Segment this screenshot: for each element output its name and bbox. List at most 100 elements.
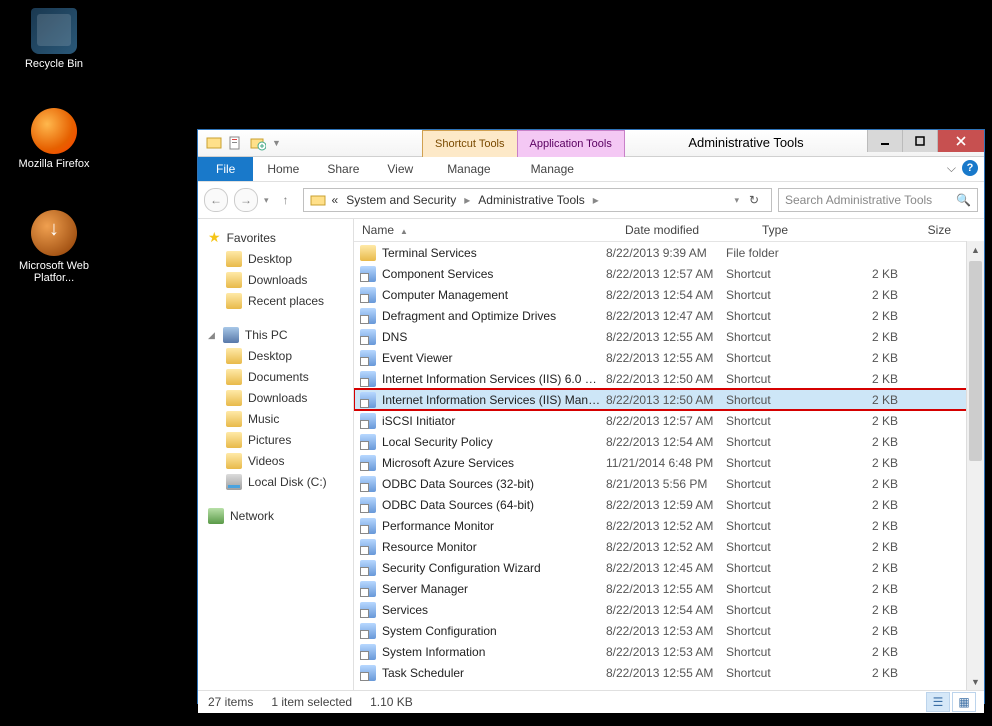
file-row[interactable]: Security Configuration Wizard8/22/2013 1… (354, 557, 984, 578)
refresh-button[interactable]: ↻ (743, 189, 765, 211)
file-date: 8/22/2013 12:54 AM (606, 435, 726, 449)
file-row[interactable]: Local Security Policy8/22/2013 12:54 AMS… (354, 431, 984, 452)
nav-item-pc-desktop[interactable]: Desktop (198, 345, 353, 366)
nav-item-pc-downloads[interactable]: Downloads (198, 387, 353, 408)
firefox-icon (31, 108, 77, 154)
nav-group-network[interactable]: Network (198, 506, 353, 526)
minimize-icon (880, 136, 890, 146)
view-details-button[interactable]: ☰ (926, 692, 950, 712)
file-row[interactable]: iSCSI Initiator8/22/2013 12:57 AMShortcu… (354, 410, 984, 431)
file-name: Task Scheduler (382, 666, 606, 680)
nav-item-pc-music[interactable]: Music (198, 408, 353, 429)
new-folder-icon[interactable] (250, 135, 266, 151)
network-icon (208, 508, 224, 524)
contextual-tab-application[interactable]: Application Tools (517, 130, 625, 157)
nav-item-pc-videos[interactable]: Videos (198, 450, 353, 471)
help-button[interactable]: ? (962, 160, 978, 176)
file-date: 8/22/2013 12:55 AM (606, 666, 726, 680)
nav-forward-button[interactable]: → (234, 188, 258, 212)
drive-icon (226, 474, 242, 490)
file-row[interactable]: Performance Monitor8/22/2013 12:52 AMSho… (354, 515, 984, 536)
file-size: 2 KB (838, 624, 898, 638)
column-header-name[interactable]: Name▲ (354, 223, 617, 237)
nav-item-pc-localdisk[interactable]: Local Disk (C:) (198, 471, 353, 492)
file-row[interactable]: Services8/22/2013 12:54 AMShortcut2 KB (354, 599, 984, 620)
file-row[interactable]: Server Manager8/22/2013 12:55 AMShortcut… (354, 578, 984, 599)
file-row[interactable]: Defragment and Optimize Drives8/22/2013 … (354, 305, 984, 326)
file-row[interactable]: Computer Management8/22/2013 12:54 AMSho… (354, 284, 984, 305)
file-date: 8/22/2013 12:52 AM (606, 519, 726, 533)
contextual-tab-shortcut[interactable]: Shortcut Tools (422, 130, 518, 157)
search-input[interactable]: Search Administrative Tools 🔍 (778, 188, 978, 212)
shortcut-icon (360, 560, 376, 576)
nav-label: Desktop (248, 252, 292, 266)
nav-group-thispc[interactable]: ◢This PC (198, 325, 353, 345)
file-date: 8/22/2013 12:52 AM (606, 540, 726, 554)
file-type: Shortcut (726, 435, 838, 449)
close-button[interactable] (937, 130, 984, 152)
file-row[interactable]: Event Viewer8/22/2013 12:55 AMShortcut2 … (354, 347, 984, 368)
breadcrumb-bar[interactable]: « System and Security ▸ Administrative T… (303, 188, 772, 212)
file-row[interactable]: Internet Information Services (IIS) 6.0 … (354, 368, 984, 389)
column-header-type[interactable]: Type (754, 223, 883, 237)
chevron-right-icon[interactable]: ▸ (462, 193, 472, 207)
file-row[interactable]: DNS8/22/2013 12:55 AMShortcut2 KB (354, 326, 984, 347)
scroll-down-icon[interactable]: ▼ (967, 673, 984, 690)
file-row[interactable]: ODBC Data Sources (32-bit)8/21/2013 5:56… (354, 473, 984, 494)
properties-icon[interactable] (228, 135, 244, 151)
ribbon-tab-file[interactable]: File (198, 157, 253, 181)
folder-icon (226, 453, 242, 469)
nav-item-downloads[interactable]: Downloads (198, 269, 353, 290)
ribbon-tab-manage-app[interactable]: Manage (511, 157, 594, 181)
file-date: 8/22/2013 12:47 AM (606, 309, 726, 323)
desktop-icon-web-platform[interactable]: Microsoft Web Platfor... (16, 210, 92, 284)
ribbon-tab-view[interactable]: View (373, 157, 427, 181)
column-header-date[interactable]: Date modified (617, 223, 754, 237)
breadcrumb-item[interactable]: System and Security (344, 193, 458, 207)
ribbon-tab-home[interactable]: Home (253, 157, 313, 181)
nav-back-button[interactable]: ← (204, 188, 228, 212)
column-header-size[interactable]: Size (883, 223, 960, 237)
shortcut-icon (360, 350, 376, 366)
view-icons-button[interactable]: ▦ (952, 692, 976, 712)
minimize-button[interactable] (867, 130, 902, 152)
breadcrumb-item[interactable]: Administrative Tools (476, 193, 587, 207)
nav-label: Documents (248, 370, 309, 384)
nav-item-pc-pictures[interactable]: Pictures (198, 429, 353, 450)
file-date: 8/22/2013 12:53 AM (606, 645, 726, 659)
vertical-scrollbar[interactable]: ▲ ▼ (966, 241, 984, 690)
ribbon-tab-share[interactable]: Share (313, 157, 373, 181)
file-row[interactable]: System Configuration8/22/2013 12:53 AMSh… (354, 620, 984, 641)
file-row[interactable]: Microsoft Azure Services11/21/2014 6:48 … (354, 452, 984, 473)
nav-item-recent[interactable]: Recent places (198, 290, 353, 311)
desktop-icon-recycle-bin[interactable]: Recycle Bin (16, 8, 92, 70)
file-name: System Configuration (382, 624, 606, 638)
file-row[interactable]: Terminal Services8/22/2013 9:39 AMFile f… (354, 242, 984, 263)
file-row[interactable]: ODBC Data Sources (64-bit)8/22/2013 12:5… (354, 494, 984, 515)
file-row[interactable]: Resource Monitor8/22/2013 12:52 AMShortc… (354, 536, 984, 557)
nav-up-button[interactable]: ↑ (275, 189, 297, 211)
scroll-up-icon[interactable]: ▲ (967, 241, 984, 258)
shortcut-icon (360, 602, 376, 618)
file-row[interactable]: Internet Information Services (IIS) Mana… (354, 389, 984, 410)
folder-icon (226, 390, 242, 406)
explorer-window: ▼ Shortcut Tools Application Tools Admin… (197, 129, 985, 704)
ribbon-expand-icon[interactable]: ⌵ (947, 161, 956, 176)
nav-history-chevron-icon[interactable]: ▾ (264, 195, 269, 206)
nav-item-pc-documents[interactable]: Documents (198, 366, 353, 387)
address-dropdown-icon[interactable]: ▾ (734, 195, 739, 206)
maximize-button[interactable] (902, 130, 937, 152)
nav-item-desktop[interactable]: Desktop (198, 248, 353, 269)
desktop-icon-firefox[interactable]: Mozilla Firefox (16, 108, 92, 170)
file-size: 2 KB (838, 666, 898, 680)
file-type: Shortcut (726, 603, 838, 617)
file-row[interactable]: Component Services8/22/2013 12:57 AMShor… (354, 263, 984, 284)
nav-label: Pictures (248, 433, 291, 447)
ribbon-tab-manage-shortcut[interactable]: Manage (427, 157, 510, 181)
scrollbar-thumb[interactable] (969, 261, 982, 461)
qat-chevron-icon[interactable]: ▼ (272, 138, 281, 148)
chevron-right-icon[interactable]: ▸ (591, 193, 601, 207)
nav-group-favorites[interactable]: ★Favorites (198, 227, 353, 248)
file-row[interactable]: System Information8/22/2013 12:53 AMShor… (354, 641, 984, 662)
file-row[interactable]: Task Scheduler8/22/2013 12:55 AMShortcut… (354, 662, 984, 683)
